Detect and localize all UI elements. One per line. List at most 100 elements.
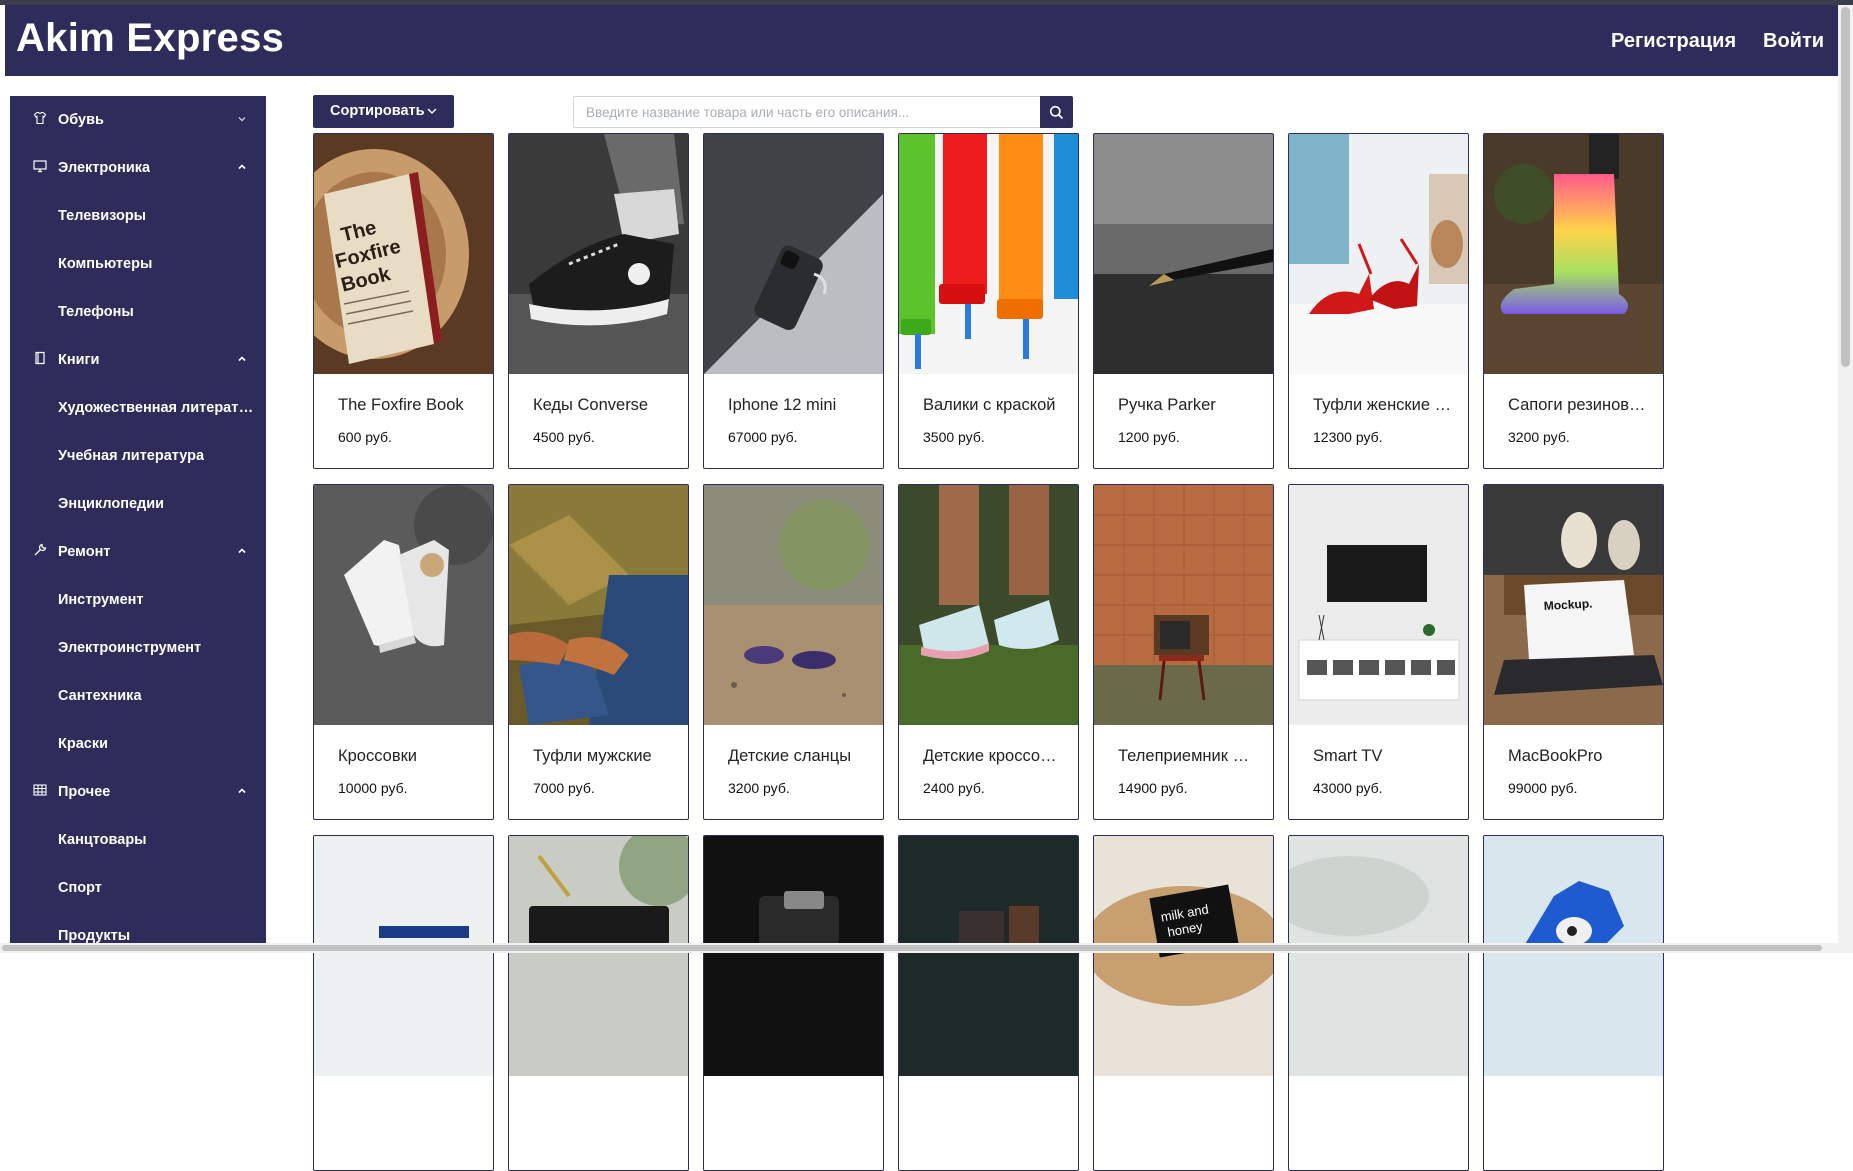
product-card[interactable]: Телеприемник ретро 14900 руб. (1093, 484, 1274, 820)
register-link[interactable]: Регистрация (1611, 30, 1736, 53)
product-title[interactable]: Туфли мужские (533, 747, 673, 766)
scrollbar-thumb[interactable] (2, 945, 1822, 951)
macbook-photo[interactable]: Mockup. (1484, 485, 1663, 725)
retro-tv-photo[interactable] (1094, 485, 1273, 725)
sidebar-item-label: Художественная литература (58, 400, 256, 416)
sidebar-item-label: Компьютеры (58, 256, 153, 272)
product-card[interactable]: Туфли мужские 7000 руб. (508, 484, 689, 820)
site-logo[interactable]: Akim Express (16, 16, 284, 61)
kids-sneakers-photo[interactable] (899, 485, 1078, 725)
sidebar-item-label: Обувь (58, 112, 104, 128)
white-sneakers-photo[interactable] (314, 485, 493, 725)
monitor-icon (33, 159, 49, 175)
sidebar-category-item[interactable]: Электроника (10, 144, 266, 192)
sidebar-subcategory-item[interactable]: Инструмент (10, 576, 266, 624)
product-title[interactable]: Ручка Parker (1118, 396, 1258, 415)
search-button[interactable] (1040, 96, 1073, 128)
product-title[interactable]: Smart TV (1313, 747, 1453, 766)
product-title[interactable]: Кроссовки (338, 747, 478, 766)
phone-dark-photo[interactable] (899, 836, 1078, 1076)
camera-photo[interactable] (704, 836, 883, 1076)
horizontal-scrollbar[interactable] (0, 943, 1853, 953)
sidebar-subcategory-item[interactable]: Энциклопедии (10, 480, 266, 528)
product-card[interactable]: Smart TV 43000 руб. (1288, 484, 1469, 820)
sidebar-subcategory-item[interactable]: Телевизоры (10, 192, 266, 240)
chevron-up-icon[interactable] (236, 545, 248, 557)
product-card[interactable]: Детские кроссовки 2400 руб. (898, 484, 1079, 820)
login-link[interactable]: Войти (1763, 30, 1824, 53)
product-card[interactable] (1288, 835, 1469, 1171)
product-price: 14900 руб. (1118, 780, 1188, 796)
chevron-up-icon[interactable] (236, 353, 248, 365)
sidebar-subcategory-item[interactable]: Канцтовары (10, 816, 266, 864)
vertical-scrollbar[interactable] (1838, 5, 1853, 943)
foggy-photo[interactable] (1289, 836, 1468, 1076)
product-title[interactable]: Детские кроссовки (923, 747, 1063, 766)
product-card[interactable] (703, 835, 884, 1171)
converse-sneaker-photo[interactable] (509, 134, 688, 374)
search-input[interactable] (573, 96, 1041, 128)
product-card[interactable]: Сапоги резиновые 3200 руб. (1483, 133, 1664, 469)
product-card[interactable]: Валики с краской 3500 руб. (898, 133, 1079, 469)
rain-boots-photo[interactable] (1484, 134, 1663, 374)
wrench-icon (33, 543, 49, 559)
sidebar-subcategory-item[interactable]: Компьютеры (10, 240, 266, 288)
product-card[interactable] (898, 835, 1079, 1171)
foxfire-book-photo[interactable]: The Foxfire Book (314, 134, 493, 374)
sidebar-subcategory-item[interactable]: Телефоны (10, 288, 266, 336)
sidebar-category-item[interactable]: Книги (10, 336, 266, 384)
product-card[interactable]: Детские сланцы 3200 руб. (703, 484, 884, 820)
product-card[interactable]: Iphone 12 mini 67000 руб. (703, 133, 884, 469)
product-card[interactable] (1483, 835, 1664, 1171)
product-title[interactable]: Детские сланцы (728, 747, 868, 766)
sidebar-item-label: Телефоны (58, 304, 134, 320)
product-card[interactable]: The Foxfire Book The Foxfire Book 600 руб. (313, 133, 494, 469)
chevron-up-icon[interactable] (236, 785, 248, 797)
product-card[interactable]: milk and honey (1093, 835, 1274, 1171)
paint-rollers-photo[interactable] (899, 134, 1078, 374)
product-card[interactable]: Ручка Parker 1200 руб. (1093, 133, 1274, 469)
product-card[interactable]: Mockup. MacBookPro 99000 руб. (1483, 484, 1664, 820)
product-title[interactable]: Iphone 12 mini (728, 396, 868, 415)
chevron-up-icon[interactable] (236, 161, 248, 173)
milk-and-honey-book-photo[interactable]: milk and honey (1094, 836, 1273, 1076)
product-title[interactable]: Телеприемник ретро (1118, 747, 1258, 766)
sidebar-subcategory-item[interactable]: Продукты (10, 912, 266, 943)
tablet-photo[interactable] (509, 836, 688, 1076)
sidebar-item-label: Учебная литература (58, 448, 205, 464)
scrollbar-thumb[interactable] (1841, 7, 1850, 367)
red-heels-photo[interactable] (1289, 134, 1468, 374)
product-card[interactable] (508, 835, 689, 1171)
product-card[interactable]: Туфли женские красные 12300 руб. (1288, 133, 1469, 469)
pen-photo[interactable] (1094, 134, 1273, 374)
sidebar-subcategory-item[interactable]: Сантехника (10, 672, 266, 720)
sidebar-category-item[interactable]: Обувь (10, 96, 266, 144)
chevron-down-icon[interactable] (236, 113, 248, 125)
laptop-photo[interactable] (314, 836, 493, 1076)
sidebar-item-label: Краски (58, 736, 109, 752)
mens-shoes-photo[interactable] (509, 485, 688, 725)
product-title[interactable]: Туфли женские красные (1313, 396, 1453, 415)
sidebar-subcategory-item[interactable]: Спорт (10, 864, 266, 912)
product-title[interactable]: MacBookPro (1508, 747, 1648, 766)
smart-tv-photo[interactable] (1289, 485, 1468, 725)
product-title[interactable]: Сапоги резиновые (1508, 396, 1648, 415)
product-title[interactable]: Валики с краской (923, 396, 1063, 415)
sidebar-category-item[interactable]: Прочее (10, 768, 266, 816)
iphone-photo[interactable] (704, 134, 883, 374)
product-card[interactable]: Кеды Converse 4500 руб. (508, 133, 689, 469)
product-card[interactable]: Кроссовки 10000 руб. (313, 484, 494, 820)
kids-slippers-photo[interactable] (704, 485, 883, 725)
product-card[interactable] (313, 835, 494, 1171)
sort-button-label: Сортировать (330, 103, 425, 119)
product-title[interactable]: Кеды Converse (533, 396, 673, 415)
sidebar-subcategory-item[interactable]: Электроинструмент (10, 624, 266, 672)
sidebar-subcategory-item[interactable]: Учебная литература (10, 432, 266, 480)
sidebar-item-label: Ремонт (58, 544, 111, 560)
product-title[interactable]: The Foxfire Book (338, 396, 478, 415)
sidebar-category-item[interactable]: Ремонт (10, 528, 266, 576)
sidebar-subcategory-item[interactable]: Художественная литература (10, 384, 266, 432)
sidebar-subcategory-item[interactable]: Краски (10, 720, 266, 768)
sort-button[interactable]: Сортировать (313, 95, 454, 128)
sonic-figure-photo[interactable] (1484, 836, 1663, 1076)
